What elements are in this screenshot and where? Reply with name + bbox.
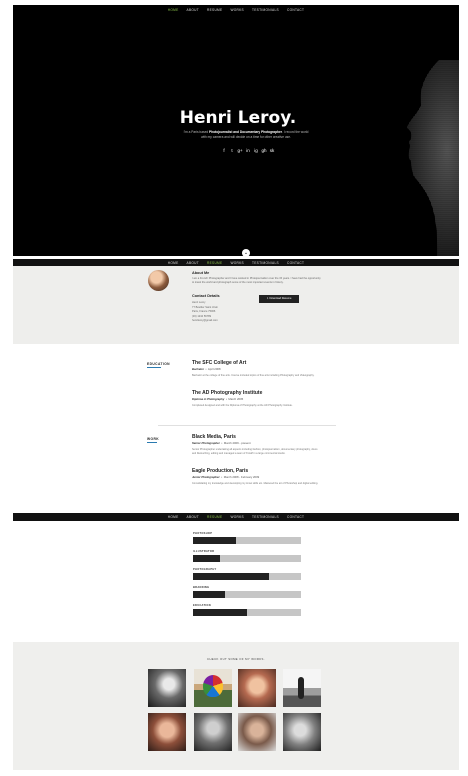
work-sub-2: Junior Photographer • March 2008 - Febru… bbox=[192, 475, 260, 479]
social-links: f t g+ in ig gh sk bbox=[213, 148, 283, 153]
skill-illustrator: Illustrator bbox=[193, 550, 301, 562]
gallery-item[interactable] bbox=[238, 713, 276, 751]
skill-bar-fill bbox=[193, 573, 269, 580]
about-heading: About Me bbox=[192, 271, 210, 275]
work-underline bbox=[147, 442, 157, 443]
work-desc-1: Senior Photographer undertaking all aspe… bbox=[192, 448, 318, 455]
resume-section: Education The SFC College of Art Bachelo… bbox=[13, 344, 459, 512]
skill-bar-fill bbox=[193, 537, 237, 544]
work-title-1: Black Media, Paris bbox=[192, 434, 236, 440]
google-plus-icon[interactable]: g+ bbox=[238, 148, 243, 153]
education-underline bbox=[147, 367, 161, 368]
gallery-item[interactable] bbox=[238, 669, 276, 707]
edu-desc-1: Bachelor at the college of fine arts. Co… bbox=[192, 374, 315, 377]
about-section: About Me I am a French Photographer and … bbox=[13, 266, 459, 344]
skill-branding: Branding bbox=[193, 586, 301, 598]
skill-bar-fill bbox=[193, 609, 247, 616]
nav-works[interactable]: Works bbox=[230, 261, 244, 265]
hero-face-image bbox=[407, 60, 459, 256]
nav-about[interactable]: About bbox=[187, 8, 199, 12]
work-desc-2: Consolidating my knowledge and developin… bbox=[192, 482, 319, 485]
nav-contact[interactable]: Contact bbox=[287, 515, 304, 519]
gallery-item[interactable] bbox=[194, 713, 232, 751]
linkedin-icon[interactable]: in bbox=[246, 148, 251, 153]
gallery-item[interactable] bbox=[194, 669, 232, 707]
work-sub-1: Senior Photographer • March 2009 - prese… bbox=[192, 441, 251, 445]
nav-testimonials[interactable]: Testimonials bbox=[252, 8, 279, 12]
nav-resume[interactable]: Resume bbox=[207, 261, 222, 265]
about-text: I am a French Photographer and I have wo… bbox=[192, 277, 321, 284]
gallery-item[interactable] bbox=[148, 669, 186, 707]
nav-home[interactable]: Home bbox=[168, 515, 179, 519]
nav-works[interactable]: Works bbox=[230, 8, 244, 12]
avatar bbox=[148, 270, 169, 291]
hero-nav: Home About Resume Works Testimonials Con… bbox=[13, 8, 459, 12]
gallery-item[interactable] bbox=[283, 669, 321, 707]
gallery-heading: Check out some of my works. bbox=[207, 657, 265, 661]
skype-icon[interactable]: sk bbox=[270, 148, 275, 153]
nav-contact[interactable]: Contact bbox=[287, 261, 304, 265]
gallery-item[interactable] bbox=[283, 713, 321, 751]
work-label: Work bbox=[147, 437, 160, 441]
nav-testimonials[interactable]: Testimonials bbox=[252, 515, 279, 519]
edu-desc-2: Completed designed and with the Diploma … bbox=[192, 404, 293, 407]
nav-testimonials[interactable]: Testimonials bbox=[252, 261, 279, 265]
download-resume-button[interactable]: ⇩ Download Resume bbox=[259, 295, 299, 303]
nav-about[interactable]: About bbox=[187, 261, 199, 265]
nav-home[interactable]: Home bbox=[168, 261, 179, 265]
nav-works[interactable]: Works bbox=[230, 515, 244, 519]
github-icon[interactable]: gh bbox=[262, 148, 267, 153]
skill-photography: Photography bbox=[193, 568, 301, 580]
edu-sub-1: Bachelor • April 2008 bbox=[192, 367, 221, 371]
hero-tagline: I'm a Paris based Photojournalist and Do… bbox=[183, 130, 309, 139]
contact-heading: Contact Details bbox=[192, 294, 220, 298]
nav-resume[interactable]: Resume bbox=[207, 515, 222, 519]
nav-contact[interactable]: Contact bbox=[287, 8, 304, 12]
edu-sub-2: Diploma in Photography • March 2005 bbox=[192, 397, 244, 401]
skill-bar-fill bbox=[193, 591, 226, 598]
hero-title: Henri Leroy. bbox=[179, 108, 297, 128]
gallery-section: Check out some of my works. bbox=[13, 642, 459, 770]
nav-resume[interactable]: Resume bbox=[207, 8, 222, 12]
contact-details: Henri Leroy 77 Boulder Saint Ursin Paris… bbox=[192, 301, 218, 322]
twitter-icon[interactable]: t bbox=[230, 148, 235, 153]
resume-divider bbox=[158, 425, 336, 426]
skills-section: Photoshop Illustrator Photography Brandi… bbox=[13, 521, 459, 639]
skills-nav: Home About Resume Works Testimonials Con… bbox=[13, 513, 459, 521]
sticky-nav: Home About Resume Works Testimonials Con… bbox=[13, 259, 459, 266]
chevron-down-icon[interactable]: ⌄ bbox=[242, 249, 250, 256]
facebook-icon[interactable]: f bbox=[222, 148, 227, 153]
nav-home[interactable]: Home bbox=[168, 8, 179, 12]
skill-photoshop: Photoshop bbox=[193, 532, 301, 544]
nav-about[interactable]: About bbox=[187, 515, 199, 519]
skill-bar-fill bbox=[193, 555, 220, 562]
instagram-icon[interactable]: ig bbox=[254, 148, 259, 153]
work-title-2: Eagle Production, Paris bbox=[192, 468, 249, 474]
education-label: Education bbox=[147, 362, 170, 366]
edu-title-2: The AD Photography Institute bbox=[192, 390, 263, 396]
gallery-item[interactable] bbox=[148, 713, 186, 751]
edu-title-1: The SFC College of Art bbox=[192, 360, 247, 366]
skill-education: Education bbox=[193, 604, 301, 616]
hero-section: Home About Resume Works Testimonials Con… bbox=[13, 5, 459, 256]
